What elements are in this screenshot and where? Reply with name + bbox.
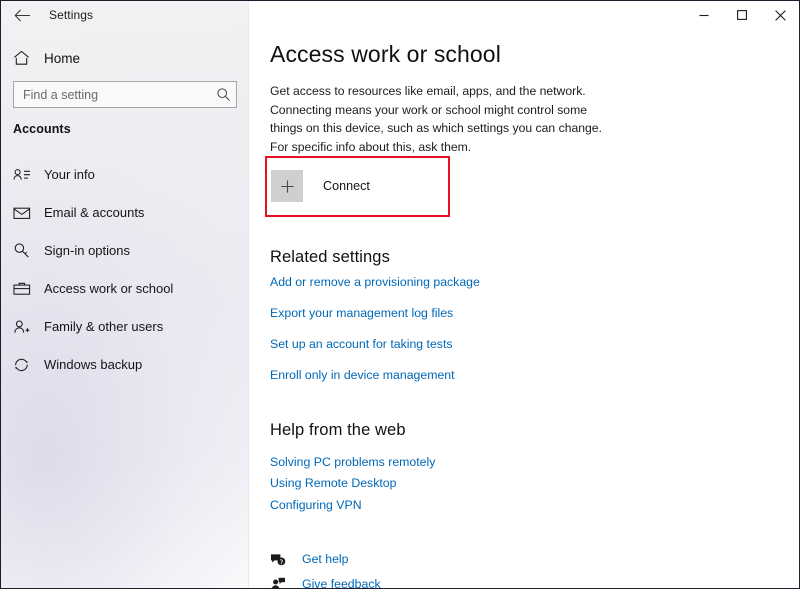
sidebar-nav: Your info Email & accounts Sign-in optio…	[1, 162, 249, 390]
back-arrow-icon[interactable]	[1, 1, 43, 29]
sidebar-item-label: Email & accounts	[44, 205, 145, 220]
search-input[interactable]	[14, 82, 210, 107]
user-info-icon	[13, 164, 35, 186]
close-button[interactable]	[761, 1, 799, 29]
related-link-provisioning-package[interactable]: Add or remove a provisioning package	[270, 275, 480, 289]
sync-icon	[13, 354, 35, 376]
connect-button[interactable]: Connect	[271, 164, 370, 208]
user-plus-icon	[13, 316, 35, 338]
sidebar-item-your-info[interactable]: Your info	[1, 162, 249, 187]
briefcase-icon	[13, 278, 35, 300]
sidebar-item-label: Family & other users	[44, 319, 164, 334]
sidebar-item-windows-backup[interactable]: Windows backup	[1, 352, 249, 377]
page-title: Access work or school	[270, 41, 501, 67]
help-bubble-icon	[270, 552, 292, 567]
window-controls	[685, 1, 799, 29]
search-box[interactable]	[13, 81, 237, 108]
settings-window: Settings Home Find a setting Accounts Yo…	[0, 0, 800, 589]
sidebar-item-family-other-users[interactable]: Family & other users	[1, 314, 249, 339]
help-link-using-remote-desktop[interactable]: Using Remote Desktop	[270, 476, 396, 490]
sidebar-item-email-accounts[interactable]: Email & accounts	[1, 200, 249, 225]
search-icon[interactable]	[210, 87, 236, 102]
home-icon	[13, 50, 35, 66]
title-bar: Settings	[1, 1, 799, 29]
key-icon	[13, 240, 35, 262]
sidebar-item-label: Windows backup	[44, 357, 143, 372]
related-settings-title: Related settings	[270, 248, 390, 266]
sidebar-item-sign-in-options[interactable]: Sign-in options	[1, 238, 249, 263]
help-link-configuring-vpn[interactable]: Configuring VPN	[270, 498, 362, 512]
help-from-web-title: Help from the web	[270, 421, 406, 439]
sidebar: Home Accounts You	[1, 1, 249, 588]
get-help-label: Get help	[302, 552, 349, 566]
give-feedback-link[interactable]: Give feedback	[270, 574, 381, 588]
window-title: Settings	[49, 8, 94, 22]
sidebar-item-label: Access work or school	[44, 281, 174, 296]
home-label: Home	[44, 50, 81, 66]
main-content: Access work or school Get access to reso…	[250, 1, 799, 588]
feedback-person-icon	[270, 577, 292, 588]
page-description: Get access to resources like email, apps…	[270, 84, 602, 154]
related-link-export-management-log[interactable]: Export your management log files	[270, 306, 453, 320]
related-link-enroll-device-management[interactable]: Enroll only in device management	[270, 368, 455, 382]
related-link-account-taking-tests[interactable]: Set up an account for taking tests	[270, 337, 453, 351]
envelope-icon	[13, 202, 35, 224]
maximize-button[interactable]	[723, 1, 761, 29]
connect-label: Connect	[323, 179, 370, 193]
sidebar-group-title: Accounts	[13, 122, 71, 136]
get-help-link[interactable]: Get help	[270, 549, 349, 569]
sidebar-item-access-work-or-school[interactable]: Access work or school	[1, 276, 249, 301]
sidebar-item-home[interactable]: Home	[1, 43, 249, 73]
help-link-solving-pc-problems[interactable]: Solving PC problems remotely	[270, 455, 435, 469]
give-feedback-label: Give feedback	[302, 577, 381, 588]
sidebar-item-label: Sign-in options	[44, 243, 130, 258]
sidebar-item-label: Your info	[44, 167, 95, 182]
plus-icon	[271, 170, 303, 202]
minimize-button[interactable]	[685, 1, 723, 29]
